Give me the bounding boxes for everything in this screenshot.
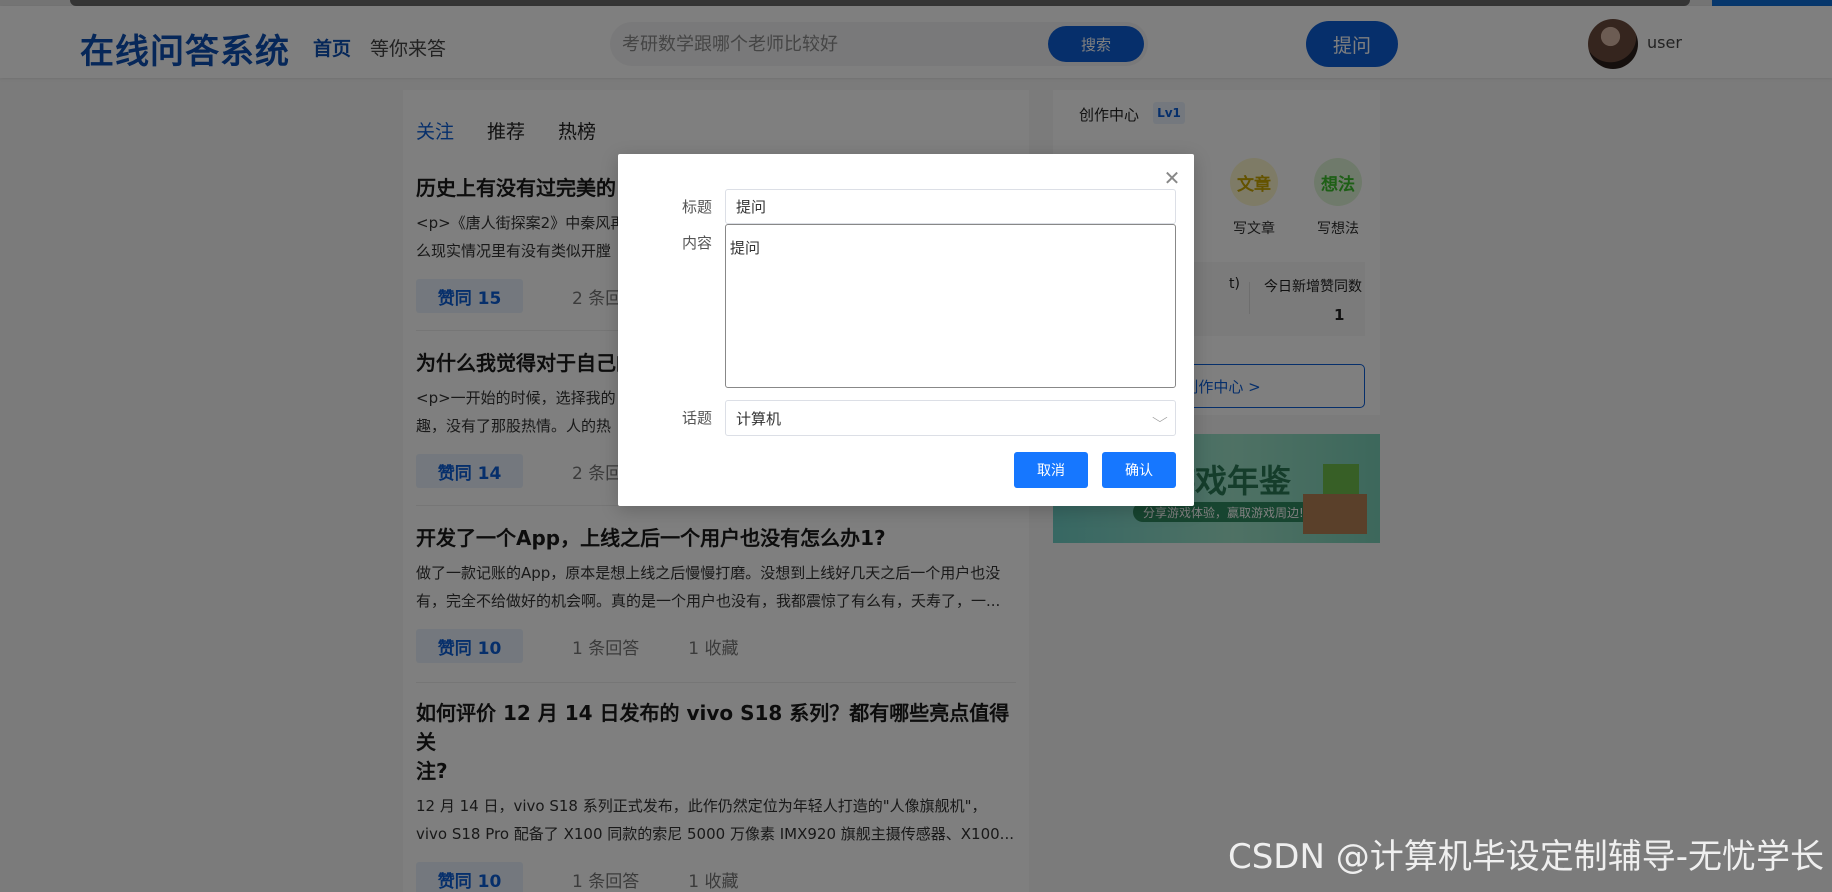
content-textarea[interactable]: 提问 xyxy=(725,224,1176,388)
topic-label: 话题 xyxy=(681,409,712,427)
close-icon[interactable]: ✕ xyxy=(1160,166,1184,190)
cancel-button[interactable]: 取消 xyxy=(1014,452,1088,488)
chevron-down-icon: ⌵ xyxy=(1152,410,1168,426)
watermark: CSDN @计算机毕设定制辅导-无忧学长 xyxy=(1227,837,1824,877)
confirm-button[interactable]: 确认 xyxy=(1102,452,1176,488)
title-input[interactable] xyxy=(725,189,1176,224)
content-label: 内容 xyxy=(681,234,712,252)
topic-select[interactable]: 计算机 ⌵ xyxy=(725,400,1176,436)
title-label: 标题 xyxy=(681,198,712,216)
ask-question-dialog: ✕ 标题 内容 提问 话题 计算机 ⌵ 取消 确认 xyxy=(618,154,1194,506)
topic-value: 计算机 xyxy=(736,409,782,428)
